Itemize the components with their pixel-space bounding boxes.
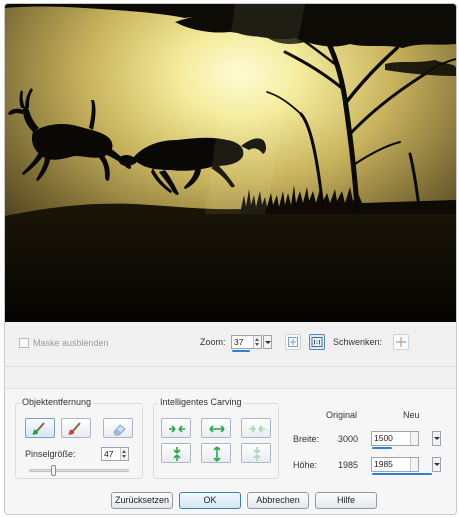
brush-red-icon xyxy=(68,422,81,435)
horizontal-disabled-icon xyxy=(249,425,265,433)
cancel-button[interactable]: Abbrechen xyxy=(247,492,309,509)
width-spin-arrows-icon[interactable] xyxy=(410,432,418,445)
smart-carving-title: Intelligentes Carving xyxy=(158,397,244,407)
carve-expand-vertical-button[interactable] xyxy=(201,443,231,463)
pan-button[interactable] xyxy=(393,334,409,350)
pan-icon xyxy=(396,337,406,347)
brush-size-spinner[interactable]: 47 xyxy=(101,447,129,461)
zoom-spinner[interactable]: 37 xyxy=(231,335,262,349)
actual-size-icon xyxy=(311,337,323,347)
image-preview[interactable] xyxy=(5,4,456,322)
fit-to-window-button[interactable] xyxy=(285,334,301,350)
height-slider-indicator xyxy=(372,473,432,475)
brush-size-spin-arrows-icon[interactable] xyxy=(120,448,128,460)
mask-hide-label: Maske ausblenden xyxy=(33,338,109,348)
eraser-icon xyxy=(113,424,126,436)
preview-image xyxy=(5,4,456,322)
object-removal-title: Objektentfernung xyxy=(20,397,94,407)
options-panel: Objektentfernung Pinselgröße: 47 Intelli… xyxy=(5,388,456,514)
carve-protect-vertical-button[interactable] xyxy=(241,443,271,463)
brush-size-value: 47 xyxy=(104,449,114,459)
reset-button[interactable]: Zurücksetzen xyxy=(111,492,173,509)
fit-to-window-icon xyxy=(288,337,298,347)
protect-brush-button[interactable] xyxy=(25,418,55,438)
expand-horizontal-icon xyxy=(209,425,225,433)
width-new-input[interactable]: 1500 xyxy=(371,431,419,446)
vertical-disabled-icon xyxy=(253,447,261,461)
original-column-header: Original xyxy=(326,410,358,420)
object-removal-group xyxy=(15,403,143,479)
remove-brush-button[interactable] xyxy=(61,418,91,438)
carve-expand-horizontal-button[interactable] xyxy=(201,418,231,438)
width-label: Breite: xyxy=(293,434,320,444)
carve-shrink-vertical-button[interactable] xyxy=(161,443,191,463)
ok-button[interactable]: OK xyxy=(179,492,241,509)
brush-size-label: Pinselgröße: xyxy=(25,449,76,459)
width-unit-dropdown[interactable] xyxy=(432,431,441,446)
zoom-label: Zoom: xyxy=(200,337,226,347)
brush-size-slider-track[interactable] xyxy=(29,469,129,472)
smart-carving-group xyxy=(153,403,279,479)
pan-label: Schwenken: xyxy=(333,337,383,347)
width-slider-indicator xyxy=(372,447,392,449)
smart-resize-dialog: Maske ausblenden Zoom: 37 Schwenken: Obj… xyxy=(4,3,457,515)
height-spin-arrows-icon[interactable] xyxy=(410,458,418,471)
carve-protect-horizontal-button[interactable] xyxy=(241,418,271,438)
eraser-button[interactable] xyxy=(103,418,133,438)
zoom-dropdown-button[interactable] xyxy=(263,335,272,349)
zoom-slider-indicator xyxy=(232,350,250,352)
actual-size-button[interactable] xyxy=(309,334,325,350)
help-button[interactable]: Hilfe xyxy=(315,492,377,509)
brush-size-slider-thumb[interactable] xyxy=(51,465,56,476)
height-label: Höhe: xyxy=(293,460,318,470)
carve-shrink-horizontal-button[interactable] xyxy=(161,418,191,438)
brush-green-icon xyxy=(32,422,45,435)
mask-hide-checkbox[interactable] xyxy=(19,338,29,348)
shrink-vertical-icon xyxy=(173,447,181,461)
zoom-spin-arrows-icon[interactable] xyxy=(253,336,261,348)
shrink-horizontal-icon xyxy=(169,425,185,433)
expand-vertical-icon xyxy=(213,446,221,462)
preview-toolbar: Maske ausblenden Zoom: 37 Schwenken: xyxy=(5,322,456,367)
height-unit-dropdown[interactable] xyxy=(432,457,441,472)
height-new-value: 1985 xyxy=(374,459,393,469)
height-original-value: 1985 xyxy=(338,460,359,470)
width-original-value: 3000 xyxy=(338,434,359,444)
zoom-value: 37 xyxy=(234,337,244,347)
width-new-value: 1500 xyxy=(374,433,393,443)
height-new-input[interactable]: 1985 xyxy=(371,457,419,472)
new-column-header: Neu xyxy=(403,410,420,420)
